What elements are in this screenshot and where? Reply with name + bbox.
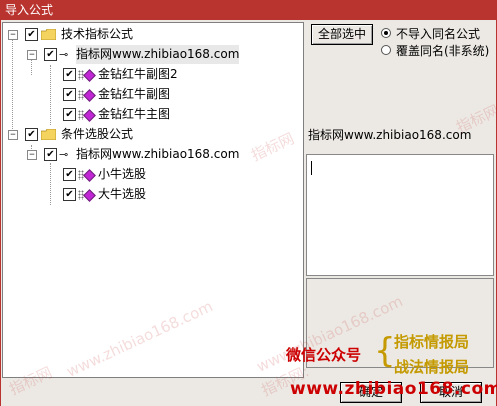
checkbox[interactable]: ✔	[63, 68, 76, 81]
folder-icon	[41, 29, 56, 40]
tree-node-group[interactable]: − ✔ 条件选股公式	[3, 125, 303, 144]
expander-icon[interactable]: −	[27, 50, 37, 60]
expander-icon[interactable]: −	[8, 30, 18, 40]
tree-item[interactable]: ✔ 小牛选股	[3, 165, 303, 184]
formula-source-text: 指标网www.zhibiao168.com	[308, 128, 472, 142]
tree-node-source[interactable]: − ✔ ⊸ 指标网www.zhibiao168.com	[3, 45, 303, 64]
tree-node-label: 技术指标公式	[61, 27, 134, 41]
formula-tree[interactable]: − ✔ 技术指标公式 − ✔ ⊸ 指标网www.zhibiao168.com ✔…	[2, 22, 304, 378]
formula-item-icon	[83, 169, 96, 182]
tree-item[interactable]: ✔ 大牛选股	[3, 185, 303, 204]
window-title-bar: 导入公式	[0, 0, 497, 20]
formula-item-icon	[83, 189, 96, 202]
tree-node-group[interactable]: − ✔ 技术指标公式	[3, 25, 303, 44]
tree-item[interactable]: ✔ 金钻红牛副图	[3, 85, 303, 104]
tree-item[interactable]: ✔ 金钻红牛主图	[3, 105, 303, 124]
checkbox[interactable]: ✔	[25, 28, 38, 41]
checkbox[interactable]: ✔	[63, 108, 76, 121]
tree-node-source[interactable]: − ✔ ⊸ 指标网www.zhibiao168.com	[3, 145, 303, 164]
promo-line-2: 战法情报局	[394, 358, 470, 376]
formula-item-icon	[83, 89, 96, 102]
window-title: 导入公式	[5, 3, 54, 17]
expander-icon[interactable]: −	[8, 130, 18, 140]
checkbox[interactable]: ✔	[44, 48, 57, 61]
radio-skip-duplicates-label: 不导入同名公式	[396, 27, 481, 41]
radio-overwrite-duplicates[interactable]	[381, 45, 391, 55]
radio-skip-duplicates[interactable]	[381, 28, 391, 38]
promo-url: www.zhibiao168.com	[290, 379, 497, 399]
key-icon: ⊸	[59, 148, 69, 161]
tree-node-label: 指标网www.zhibiao168.com	[76, 45, 240, 64]
tree-item-label: 金钻红牛主图	[98, 107, 171, 121]
checkbox[interactable]: ✔	[63, 168, 76, 181]
radio-overwrite-duplicates-label: 覆盖同名(非系统)	[396, 44, 490, 58]
expander-icon[interactable]: −	[27, 150, 37, 160]
tree-node-label: 指标网www.zhibiao168.com	[76, 147, 240, 161]
wechat-label: 微信公众号	[286, 346, 362, 364]
formula-item-icon	[83, 109, 96, 122]
checkbox[interactable]: ✔	[44, 148, 57, 161]
brace-glyph: {	[374, 331, 396, 371]
folder-icon	[41, 129, 56, 140]
promo-line-1: 指标情报局	[394, 333, 470, 351]
checkbox[interactable]: ✔	[63, 188, 76, 201]
tree-item-label: 大牛选股	[98, 187, 147, 201]
tree-item[interactable]: ✔ 金钻红牛副图2	[3, 65, 303, 84]
checkbox[interactable]: ✔	[25, 128, 38, 141]
tree-item-label: 金钻红牛副图	[98, 87, 171, 101]
select-all-button[interactable]: 全部选中	[311, 24, 373, 45]
formula-item-icon	[83, 69, 96, 82]
description-textbox[interactable]	[306, 154, 494, 276]
text-cursor	[311, 161, 312, 175]
tree-item-label: 金钻红牛副图2	[98, 67, 178, 81]
key-icon: ⊸	[59, 48, 69, 61]
checkbox[interactable]: ✔	[63, 88, 76, 101]
tree-node-label: 条件选股公式	[61, 127, 134, 141]
tree-item-label: 小牛选股	[98, 167, 147, 181]
